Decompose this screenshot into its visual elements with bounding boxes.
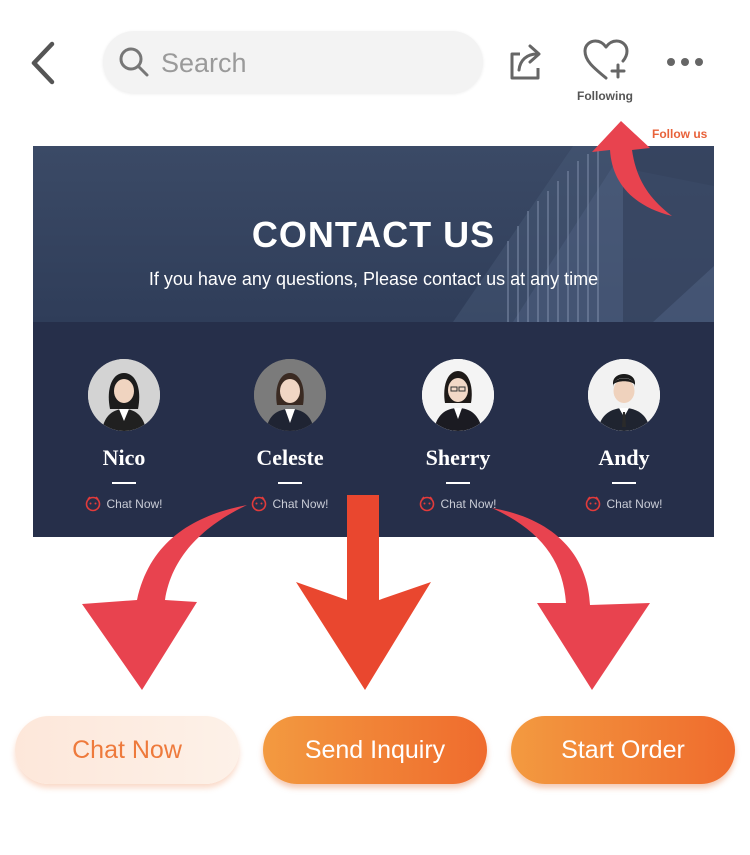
start-order-arrow: [492, 508, 650, 690]
chat-now-button[interactable]: Chat Now: [15, 716, 239, 784]
send-inquiry-button-label: Send Inquiry: [304, 735, 446, 764]
send-inquiry-button[interactable]: Send Inquiry: [263, 716, 487, 784]
start-order-button[interactable]: Start Order: [511, 716, 735, 784]
chat-now-button-label: Chat Now: [72, 735, 182, 764]
chat-now-arrow: [82, 505, 247, 690]
start-order-button-label: Start Order: [561, 735, 685, 764]
follow-us-arrow: [592, 121, 672, 216]
send-inquiry-arrow: [296, 495, 431, 690]
